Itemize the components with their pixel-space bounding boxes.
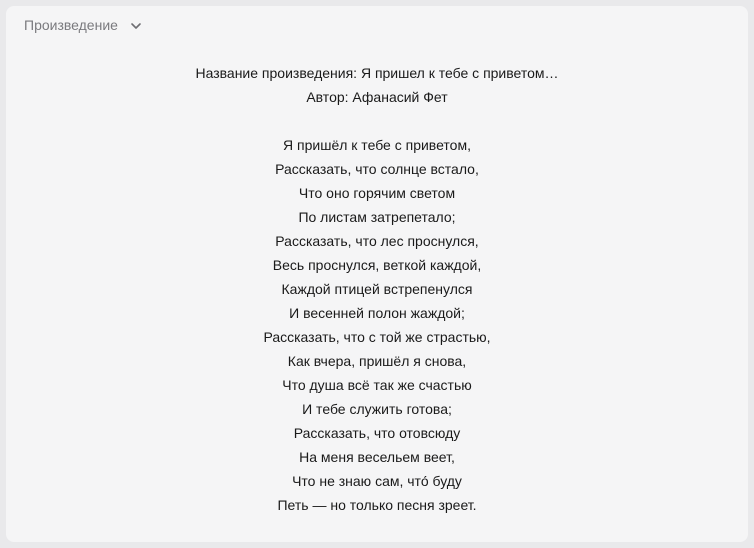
work-title: Название произведения: Я пришел к тебе с…: [195, 65, 559, 81]
poem-line: На меня весельем веет,: [299, 449, 455, 465]
section-title: Произведение: [24, 17, 118, 33]
poem-line: Что не знаю сам, что́ буду: [292, 473, 462, 489]
poem-line: Что душа всё так же счастью: [282, 377, 472, 393]
poem-line: Петь — но только песня зреет.: [277, 497, 477, 513]
poem-line: И весенней полон жаждой;: [289, 305, 465, 321]
work-section-toggle[interactable]: Произведение: [6, 6, 142, 44]
poem-line: Рассказать, что с той же страстью,: [263, 329, 491, 345]
poem-line: Каждой птицей встрепенулся: [281, 281, 473, 297]
work-content: Название произведения: Я пришел к тебе с…: [6, 61, 748, 517]
poem-line: Рассказать, что лес проснулся,: [275, 233, 479, 249]
work-author: Автор: Афанасий Фет: [306, 89, 448, 105]
chevron-down-icon: [130, 19, 142, 31]
poem-line: Как вчера, пришёл я снова,: [287, 353, 467, 369]
poem-line: По листам затрепетало;: [298, 209, 456, 225]
poem-line: Что оно горячим светом: [298, 185, 456, 201]
poem-line: И тебе служить готова;: [302, 401, 452, 417]
poem-line: Весь проснулся, веткой каждой,: [272, 257, 482, 273]
poem-line: Я пришёл к тебе с приветом,: [283, 137, 471, 153]
work-panel: Произведение Название произведения: Я пр…: [6, 6, 748, 542]
poem-line: Рассказать, что отовсюду: [293, 425, 461, 441]
poem-line: Рассказать, что солнце встало,: [275, 161, 479, 177]
